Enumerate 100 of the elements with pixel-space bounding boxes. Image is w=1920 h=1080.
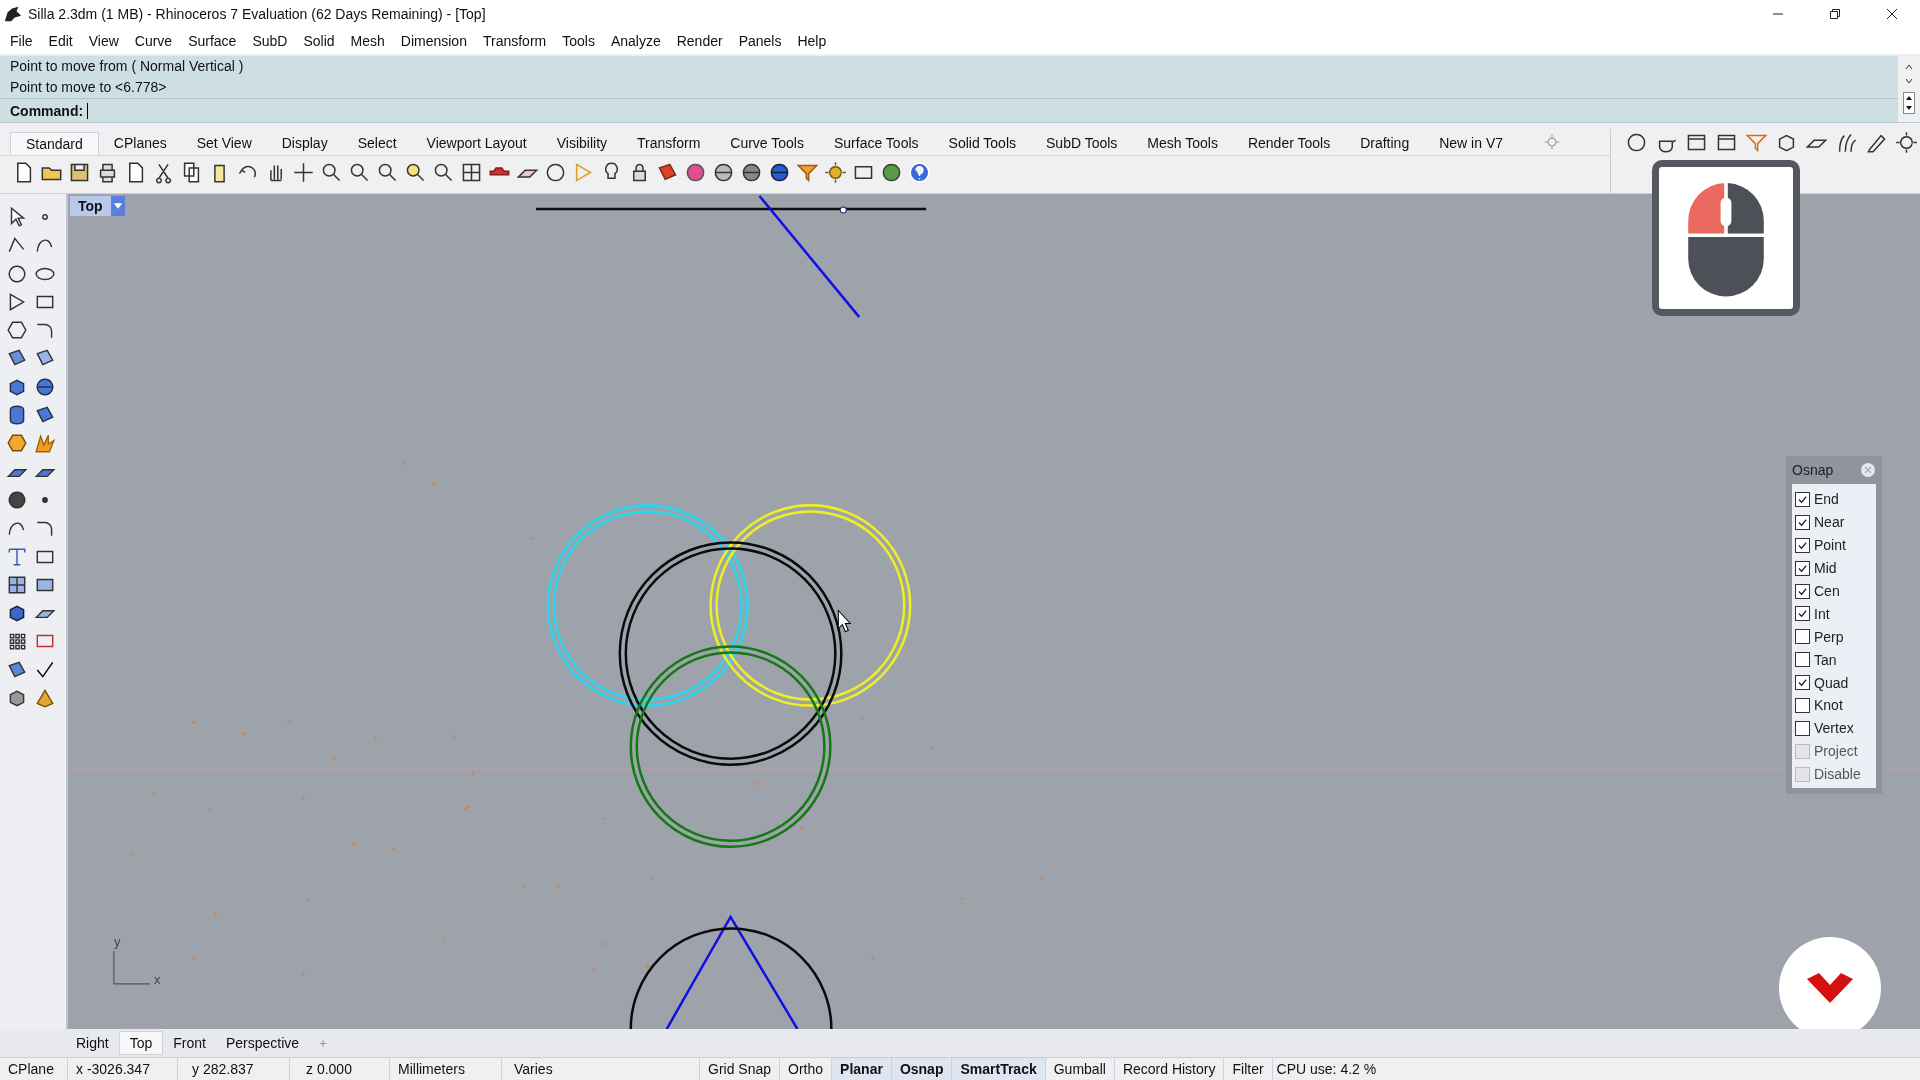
status-toggle[interactable]: Filter [1224, 1058, 1273, 1080]
point-marker [521, 885, 525, 889]
menu-item[interactable]: Mesh [342, 33, 393, 49]
checkbox[interactable] [1795, 720, 1810, 736]
save-icon[interactable] [68, 161, 91, 184]
status-toggle[interactable]: Grid Snap [700, 1058, 781, 1080]
status-toggle[interactable]: Gumball [1045, 1058, 1115, 1080]
units-label[interactable]: Millimeters [390, 1058, 502, 1080]
point-marker [930, 747, 934, 751]
cplane-label[interactable]: CPlane [0, 1058, 68, 1080]
menu-item[interactable]: Help [789, 33, 835, 49]
checkbox-label: Disable [1814, 766, 1861, 783]
checkbox[interactable] [1795, 560, 1810, 576]
checkbox[interactable] [1795, 675, 1810, 691]
checkbox-label: Int [1814, 605, 1830, 622]
toolbar-tab[interactable]: Render Tools [1232, 132, 1346, 155]
point-marker [591, 967, 595, 971]
toolbar-tab[interactable]: Viewport Layout [411, 132, 542, 155]
status-toggle[interactable]: Record History [1114, 1058, 1225, 1080]
checkbox-label: Perp [1814, 628, 1844, 645]
toolbar-tab[interactable]: Mesh Tools [1132, 132, 1233, 155]
toolbar-tab[interactable]: New in V7 [1424, 132, 1518, 155]
checkbox[interactable] [1795, 629, 1810, 645]
point-marker [214, 912, 218, 916]
checkbox-label: Near [1814, 514, 1845, 531]
scroll-down-icon[interactable] [1904, 76, 1914, 86]
menu-item[interactable]: Surface [180, 33, 245, 49]
toolbar-tab[interactable]: Solid Tools [933, 132, 1031, 155]
rotate-view-icon[interactable] [432, 161, 455, 184]
gear-icon[interactable] [824, 161, 847, 184]
checkbox[interactable] [1795, 491, 1810, 507]
point-marker [960, 897, 964, 901]
toolbar-tab[interactable]: Transform [622, 132, 716, 155]
menu-item[interactable]: Analyze [602, 33, 669, 49]
checkbox[interactable] [1795, 606, 1810, 622]
checkbox-label: Mid [1814, 560, 1837, 577]
pyramid-icon[interactable] [34, 687, 56, 710]
point-marker [452, 735, 456, 739]
point-marker [870, 957, 874, 961]
menu-item[interactable]: Edit [40, 33, 81, 49]
toolbar-tab[interactable]: Display [266, 132, 343, 155]
grid-icon[interactable] [460, 161, 483, 184]
zoom-in-icon[interactable] [320, 161, 343, 184]
toolbar-tab[interactable]: Set View [181, 132, 267, 155]
point-marker [471, 772, 475, 776]
toolbar-tab[interactable]: Visibility [541, 132, 623, 155]
point-marker [306, 899, 311, 903]
menu-item[interactable]: SubD [244, 33, 296, 49]
checkbox[interactable] [1795, 652, 1810, 668]
toolbar-tab[interactable]: SubD Tools [1031, 132, 1133, 155]
menu-item[interactable]: View [80, 33, 127, 49]
command-history-line: Point to move from ( Normal Vertical ) [9, 57, 245, 76]
layer-label[interactable]: Varies [502, 1058, 700, 1080]
point-marker [192, 721, 196, 725]
checkbox[interactable] [1795, 697, 1810, 713]
dropdown-icon[interactable] [110, 196, 125, 216]
checkbox-label: Project [1814, 743, 1858, 760]
checkbox[interactable] [1795, 537, 1810, 553]
point-marker [242, 732, 246, 736]
viewport-tab[interactable]: Top [118, 1031, 164, 1055]
menu-item[interactable]: Dimension [392, 33, 475, 49]
check-icon [1797, 677, 1808, 689]
menu-item[interactable]: File [2, 33, 41, 49]
checkbox[interactable] [1795, 514, 1810, 530]
toolbar-tab[interactable]: CPlanes [98, 132, 182, 155]
move-icon[interactable] [292, 161, 315, 184]
spin-arrows-icon[interactable] [1903, 92, 1915, 114]
restore-icon [1828, 8, 1841, 20]
command-input[interactable] [87, 102, 91, 119]
zoom-selected-icon[interactable] [404, 161, 427, 184]
menu-item[interactable]: Transform [474, 33, 555, 49]
cpu-usage: CPU use: 4.2 % [1275, 1061, 1377, 1077]
burst-icon[interactable] [34, 432, 56, 455]
menu-item[interactable]: Solid [295, 33, 343, 49]
axis-label: x [154, 972, 161, 987]
menu-item[interactable]: Render [668, 33, 731, 49]
viewport-tab[interactable]: Right [66, 1032, 119, 1054]
checkbox[interactable] [1795, 583, 1810, 599]
scroll-up-icon[interactable] [1904, 62, 1914, 72]
menu-item[interactable]: Panels [730, 33, 790, 49]
viewport-tab[interactable]: Perspective [215, 1032, 310, 1054]
point-marker [1040, 877, 1044, 881]
menu-item[interactable]: Tools [554, 33, 603, 49]
status-toggle[interactable]: Planar [832, 1058, 892, 1080]
viewport-tab[interactable]: Front [163, 1032, 216, 1054]
menu-item[interactable]: Curve [126, 33, 181, 49]
toolbar-tab[interactable]: Select [342, 132, 412, 155]
zoom-window-icon[interactable] [348, 161, 371, 184]
point-marker [391, 847, 395, 851]
toolbar-tab[interactable]: Standard [10, 132, 99, 155]
point-marker [860, 717, 864, 721]
toolbar-tab[interactable]: Curve Tools [715, 132, 819, 155]
zoom-extents-icon[interactable] [376, 161, 399, 184]
toolbar-tab[interactable]: Surface Tools [819, 132, 934, 155]
status-toggle[interactable]: Osnap [891, 1058, 953, 1080]
status-toggle[interactable]: SmartTrack [952, 1058, 1046, 1080]
point-marker [301, 972, 306, 976]
toolbar-tab[interactable]: Drafting [1345, 132, 1425, 155]
target-icon[interactable] [1895, 131, 1918, 154]
point-marker [286, 719, 291, 723]
